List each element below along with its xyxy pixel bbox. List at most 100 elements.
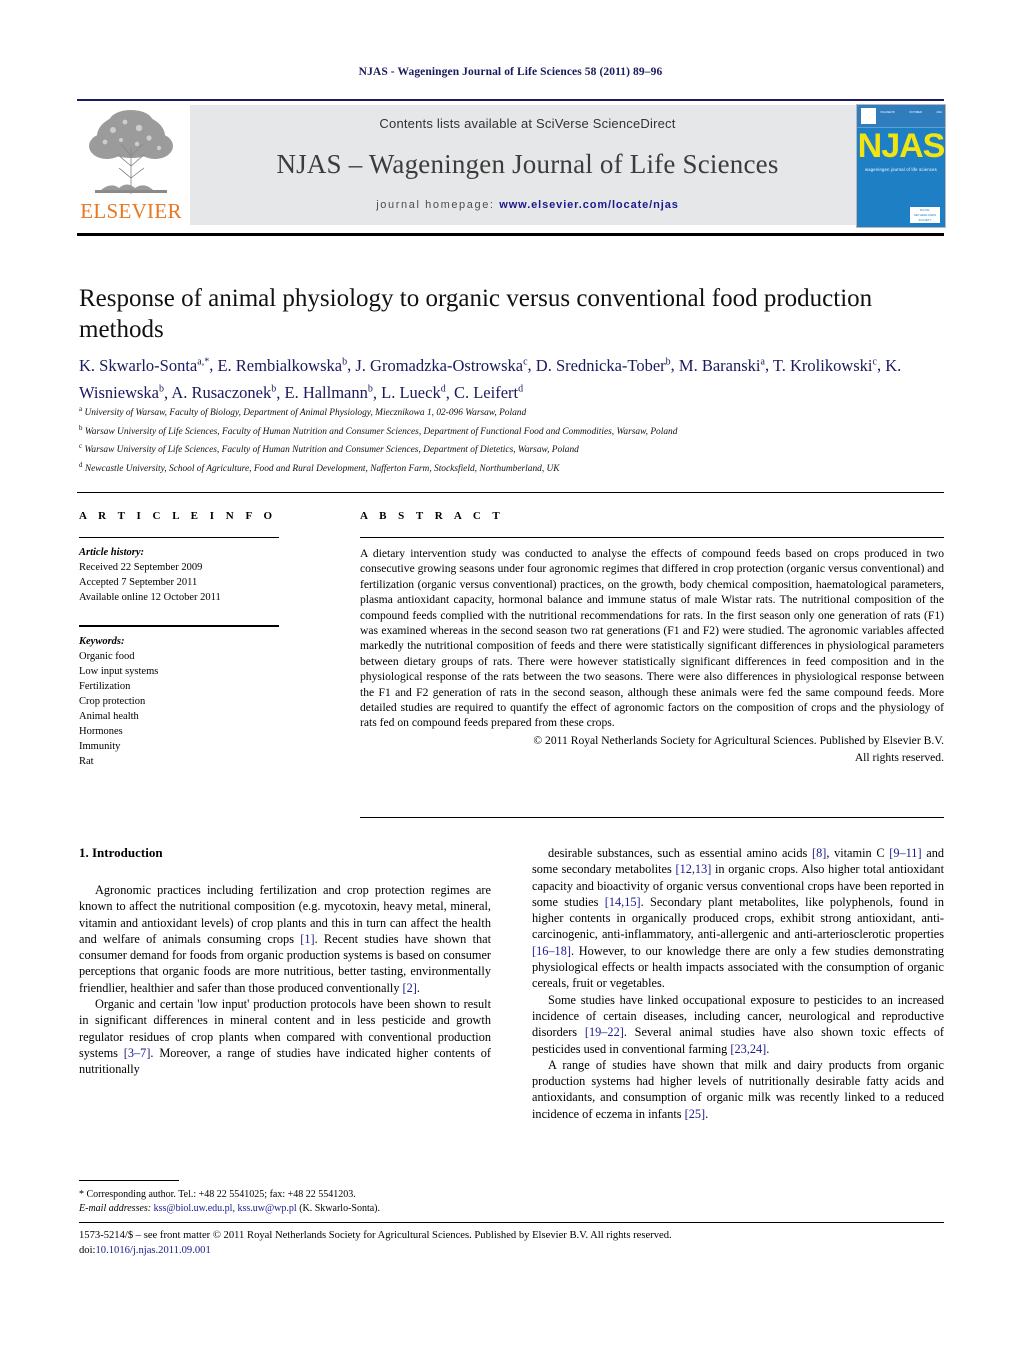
body-paragraph: Organic and certain 'low input' producti… (79, 997, 491, 1077)
affiliation-item: a University of Warsaw, Faculty of Biolo… (79, 405, 527, 419)
cover-title: NJAS (857, 127, 945, 165)
keyword-item: Fertilization (79, 681, 131, 692)
reference-link[interactable]: [23,24] (730, 1042, 766, 1056)
author-name[interactable]: C. Leifertd (454, 383, 523, 402)
keyword-item: Immunity (79, 741, 121, 752)
author-name[interactable]: E. Hallmannb (284, 383, 372, 402)
author-affiliation-mark: a (760, 356, 765, 367)
reference-link[interactable]: [8] (812, 846, 826, 860)
footnote-rule (79, 1180, 179, 1181)
cover-badge-text: KLV (917, 223, 933, 228)
issn-copyright-line: 1573-5214/$ – see front matter © 2011 Ro… (79, 1230, 672, 1241)
author-affiliation-mark: d (440, 383, 446, 395)
article-history-heading: Article history: (79, 547, 145, 558)
abstract-bottom-rule (360, 817, 944, 818)
journal-homepage: journal homepage: www.elsevier.com/locat… (190, 199, 865, 211)
article-info-column: Article history: Received 22 September 2… (79, 537, 279, 769)
author-affiliation-mark: b (159, 383, 164, 395)
reference-link[interactable]: [12,13] (675, 862, 711, 876)
corresponding-author-note: * Corresponding author. Tel.: +48 22 554… (79, 1189, 356, 1200)
affiliation-mark: b (79, 423, 83, 432)
footer-rule (79, 1222, 944, 1223)
reference-link[interactable]: [16–18] (532, 944, 571, 958)
journal-title: NJAS – Wageningen Journal of Life Scienc… (276, 149, 779, 179)
keyword-item: Hormones (79, 726, 123, 737)
author-name[interactable]: L. Lueckd (381, 383, 446, 402)
keyword-item: Rat (79, 756, 94, 767)
paper-page: NJAS - Wageningen Journal of Life Scienc… (0, 0, 1021, 1351)
masthead-top-rule (77, 99, 944, 101)
author-affiliation-mark: b (271, 383, 277, 395)
reference-link[interactable]: [3–7] (124, 1046, 151, 1060)
cover-elsevier-icon (861, 108, 876, 124)
reference-link[interactable]: [2] (403, 981, 417, 995)
doi-link[interactable]: 10.1016/j.njas.2011.09.001 (95, 1245, 210, 1256)
author-name[interactable]: T. Krolikowskic (773, 356, 877, 375)
author-name[interactable]: D. Srednicka-Toberb (536, 356, 671, 375)
email-link[interactable]: kss@biol.uw.edu.pl, kss.uw@wp.pl (154, 1203, 297, 1214)
info-rule-top (79, 537, 279, 538)
doi-line: doi:10.1016/j.njas.2011.09.001 (79, 1243, 944, 1258)
cover-badge-top: ROYAL NETHERLANDS SOCIETY (913, 208, 937, 222)
keyword-item: Organic food (79, 651, 135, 662)
footnote-block: * Corresponding author. Tel.: +48 22 554… (79, 1188, 499, 1216)
body-paragraph: desirable substances, such as essential … (532, 846, 945, 991)
footer-block: 1573-5214/$ – see front matter © 2011 Ro… (79, 1228, 944, 1258)
contents-line: Contents lists available at SciVerse Sci… (379, 116, 676, 131)
article-history-item: Received 22 September 2009 (79, 562, 203, 573)
email-label: E-mail addresses: (79, 1203, 152, 1214)
author-name[interactable]: J. Gromadzka-Ostrowskac (355, 356, 527, 375)
reference-link[interactable]: [9–11] (889, 846, 921, 860)
reference-link[interactable]: [25] (685, 1107, 706, 1121)
elsevier-tree-logo-icon (81, 106, 181, 202)
author-affiliation-mark: a,* (197, 356, 210, 367)
author-list: K. Skwarlo-Sontaa,*, E. Rembialkowskab, … (79, 355, 902, 403)
author-affiliation-mark: b (665, 356, 671, 367)
cover-topbar-item-2: 2011 (936, 111, 942, 114)
cover-topbar-item-0: VOLUME 58 (880, 111, 895, 114)
cover-klv-badge: ROYAL NETHERLANDS SOCIETY KLV (910, 207, 940, 227)
page-title: Response of animal physiology to organic… (79, 285, 873, 343)
email-note: E-mail addresses: kss@biol.uw.edu.pl, ks… (79, 1202, 499, 1216)
article-history-item: Accepted 7 September 2011 (79, 577, 198, 588)
keyword-item: Low input systems (79, 666, 159, 677)
sciencedirect-banner: Contents lists available at SciVerse Sci… (190, 105, 865, 225)
affiliation-item: c Warsaw University of Life Sciences, Fa… (79, 442, 579, 456)
reference-link[interactable]: [19–22] (585, 1025, 624, 1039)
author-name[interactable]: A. Rusaczonekb (171, 383, 276, 402)
abstract-column: A dietary intervention study was conduct… (360, 537, 944, 766)
affiliation-item: d Newcastle University, School of Agricu… (79, 460, 560, 474)
cover-topbar-item-1: OCTOBER (909, 111, 922, 114)
author-name[interactable]: E. Rembialkowskab (217, 356, 347, 375)
section-heading-introduction: 1. Introduction (79, 845, 163, 860)
author-affiliation-mark: c (523, 356, 528, 367)
keywords-heading: Keywords: (79, 636, 125, 647)
body-paragraph: A range of studies have shown that milk … (532, 1057, 944, 1121)
cover-subtitle: wageningen journal of life sciences (865, 167, 937, 172)
masthead-bottom-rule (77, 233, 944, 236)
homepage-url-link[interactable]: www.elsevier.com/locate/njas (499, 199, 678, 211)
elsevier-logo: ELSEVIER (77, 104, 185, 228)
elsevier-wordmark: ELSEVIER (80, 199, 182, 223)
doi-label: doi: (79, 1245, 96, 1256)
masthead: ELSEVIER Contents lists available at Sci… (77, 104, 944, 228)
affiliation-list: a University of Warsaw, Faculty of Biolo… (79, 402, 949, 477)
author-affiliation-mark: b (342, 356, 348, 367)
keyword-item: Animal health (79, 711, 139, 722)
running-head: NJAS - Wageningen Journal of Life Scienc… (358, 66, 663, 78)
body-paragraph: Some studies have linked occupational ex… (532, 992, 944, 1056)
journal-cover-thumbnail[interactable]: VOLUME 58 OCTOBER 2011 NJAS wageningen j… (856, 104, 946, 228)
reference-link[interactable]: [14,15] (605, 895, 641, 909)
body-column-right: desirable substances, such as essential … (532, 845, 944, 1122)
author-name[interactable]: K. Skwarlo-Sontaa,* (79, 356, 209, 375)
cover-topbar: VOLUME 58 OCTOBER 2011 (857, 105, 945, 128)
reference-link[interactable]: [1] (300, 932, 314, 946)
info-abstract-top-rule (77, 492, 944, 493)
author-name[interactable]: M. Baranskia (679, 356, 765, 375)
abstract-rule (360, 537, 944, 538)
affiliation-mark: d (79, 460, 83, 469)
affiliation-item: b Warsaw University of Life Sciences, Fa… (79, 423, 678, 437)
abstract-copyright-line-1: © 2011 Royal Netherlands Society for Agr… (533, 733, 944, 747)
affiliation-mark: c (79, 442, 83, 451)
